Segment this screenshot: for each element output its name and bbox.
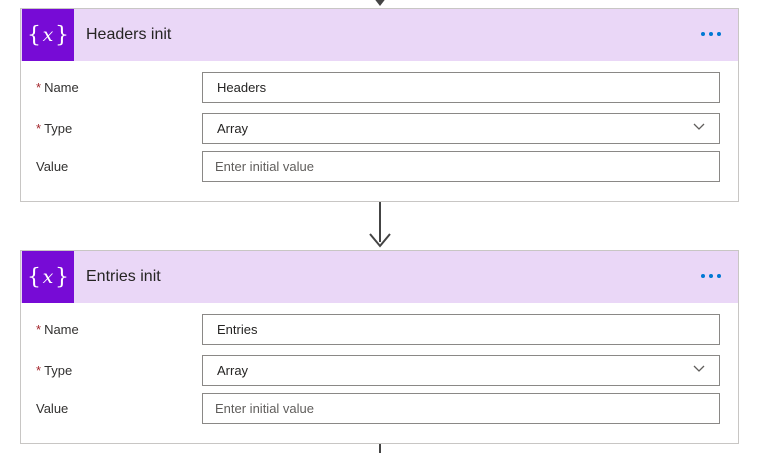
type-select-value: Array [217,121,249,136]
name-field-row: * Name Headers [21,72,738,104]
type-select[interactable]: Array [202,355,720,386]
name-label: * Name [36,80,79,95]
variable-icon: {x} [22,251,74,303]
required-marker: * [36,363,42,378]
action-card-headers-init: {x} Headers init * Name Headers * Type Arr… [20,8,739,202]
name-input[interactable]: Entries [202,314,720,345]
card-header[interactable]: {x} Entries init [21,251,738,303]
dot [701,32,705,36]
dot [717,274,721,278]
svg-text:x: x [43,24,54,46]
value-input[interactable]: Enter initial value [202,151,720,182]
chevron-down-icon [693,123,705,130]
dot [701,274,705,278]
value-field-row: Value Enter initial value [21,393,738,425]
dot [709,32,713,36]
required-marker: * [36,80,42,95]
name-label: * Name [36,322,79,337]
required-marker: * [36,121,42,136]
connector-arrowhead [373,0,387,6]
more-options-button[interactable] [696,264,726,288]
svg-text:}: } [55,23,68,47]
card-title: Headers init [86,26,172,43]
name-field-row: * Name Entries [21,314,738,346]
flow-connector-bottom [379,444,381,453]
type-select[interactable]: Array [202,113,720,144]
svg-text:{: { [28,265,41,289]
value-label: Value [36,401,69,416]
type-field-row: * Type Array [21,355,738,387]
value-input[interactable]: Enter initial value [202,393,720,424]
connector-arrowhead [369,233,391,248]
more-options-button[interactable] [696,22,726,46]
required-marker: * [36,322,42,337]
action-card-entries-init: {x} Entries init * Name Entries * Type Arr… [20,250,739,444]
svg-text:}: } [55,265,68,289]
card-header[interactable]: {x} Headers init [21,9,738,61]
type-label: * Type [36,363,73,378]
svg-text:x: x [43,266,54,288]
type-select-value: Array [217,363,249,378]
type-label: * Type [36,121,73,136]
chevron-down-icon [693,365,705,372]
dot [717,32,721,36]
type-field-row: * Type Array [21,113,738,145]
card-title: Entries init [86,268,161,285]
name-input[interactable]: Headers [202,72,720,103]
svg-text:{: { [28,23,41,47]
value-field-row: Value Enter initial value [21,151,738,183]
value-label: Value [36,159,69,174]
variable-icon: {x} [22,9,74,61]
dot [709,274,713,278]
